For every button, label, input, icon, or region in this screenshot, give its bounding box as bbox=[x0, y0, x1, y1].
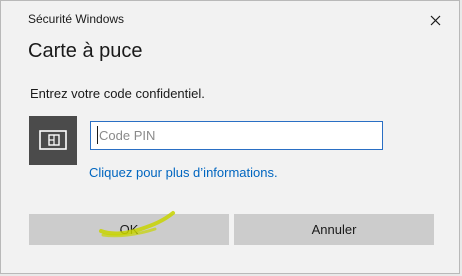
ok-button-label: OK bbox=[119, 222, 139, 237]
security-dialog: Sécurité Windows Carte à puce Entrez vot… bbox=[0, 0, 460, 274]
close-button[interactable] bbox=[421, 6, 449, 34]
pin-input[interactable] bbox=[90, 121, 383, 150]
pin-prompt: Entrez votre code confidentiel. bbox=[30, 86, 205, 101]
smart-card-tile bbox=[29, 116, 77, 165]
close-icon bbox=[430, 15, 441, 26]
ok-button[interactable]: OK bbox=[29, 214, 229, 245]
smart-card-icon bbox=[39, 130, 67, 150]
text-caret bbox=[97, 126, 98, 144]
more-info-link[interactable]: Cliquez pour plus d’informations. bbox=[89, 165, 278, 180]
dialog-heading: Carte à puce bbox=[28, 40, 143, 62]
cancel-button[interactable]: Annuler bbox=[234, 214, 434, 245]
window-title: Sécurité Windows bbox=[28, 12, 125, 26]
cancel-button-label: Annuler bbox=[311, 222, 357, 237]
